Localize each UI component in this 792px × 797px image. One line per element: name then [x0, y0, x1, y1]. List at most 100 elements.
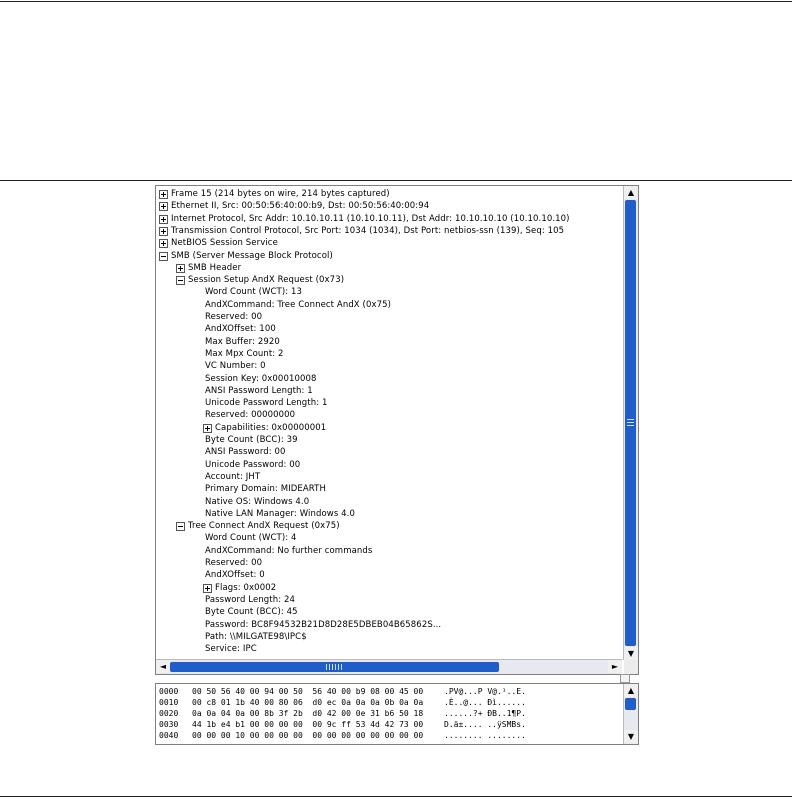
- byte-ascii: ......?+ ÐB..1¶P.: [444, 709, 526, 718]
- tree-row[interactable]: Unicode Password Length: 1: [205, 397, 327, 410]
- tree-row[interactable]: Reserved: 00000000: [205, 409, 295, 422]
- tree-row-label: AndXCommand: Tree Connect AndX (0x75): [205, 299, 392, 310]
- tree-row[interactable]: Ethernet II, Src: 00:50:56:40:00:b9, Dst…: [159, 200, 429, 213]
- tree-row[interactable]: VC Number: 0: [205, 360, 266, 373]
- tree-row-label: Password: BC8F94532B21D8D28E5DBEB04B6586…: [205, 619, 442, 630]
- tree-row[interactable]: Transmission Control Protocol, Src Port:…: [159, 225, 564, 238]
- tree-row[interactable]: Internet Protocol, Src Addr: 10.10.10.11…: [159, 213, 570, 226]
- tree-row[interactable]: Unicode Password: 00: [205, 459, 300, 472]
- tree-row-label: Session Key: 0x00010008: [205, 373, 317, 384]
- byte-ascii: ........ ........: [444, 731, 526, 740]
- tree-row[interactable]: AndXCommand: Tree Connect AndX (0x75): [205, 299, 391, 312]
- tree-row-label: Internet Protocol, Src Addr: 10.10.10.11…: [171, 213, 570, 224]
- scroll-up-arrow-icon[interactable]: ▲: [624, 186, 638, 199]
- expand-plus-icon[interactable]: [159, 202, 168, 212]
- bytes-scroll-down-arrow-icon[interactable]: ▼: [624, 730, 638, 743]
- bytes-vertical-scrollbar[interactable]: ▲ ▼: [623, 684, 638, 744]
- byte-ascii: .PV@...P V@.¹..E.: [444, 687, 526, 696]
- tree-row[interactable]: Path: \\MILGATE98\IPC$: [205, 631, 307, 644]
- expand-plus-icon[interactable]: [203, 423, 212, 433]
- tree-row[interactable]: Native OS: Windows 4.0: [205, 496, 309, 509]
- scroll-right-arrow-icon[interactable]: ►: [608, 660, 622, 673]
- packet-details-pane[interactable]: Frame 15 (214 bytes on wire, 214 bytes c…: [155, 185, 639, 675]
- tree-row-label: Native OS: Windows 4.0: [205, 496, 310, 507]
- tree-row[interactable]: Password Length: 24: [205, 594, 295, 607]
- byte-ascii: .È..@... Ðì......: [444, 698, 526, 707]
- tree-row-label: Word Count (WCT): 4: [205, 533, 297, 544]
- bytes-vertical-scroll-thumb[interactable]: [625, 698, 636, 710]
- tree-row-label: Transmission Control Protocol, Src Port:…: [171, 225, 565, 236]
- tree-row[interactable]: SMB Header: [176, 262, 241, 275]
- tree-row-label: ANSI Password: 00: [205, 447, 286, 458]
- tree-row[interactable]: Flags: 0x0002: [203, 582, 276, 595]
- packet-details-tree: Frame 15 (214 bytes on wire, 214 bytes c…: [156, 186, 622, 658]
- tree-row[interactable]: NetBIOS Session Service: [159, 237, 278, 250]
- tree-row-label: Session Setup AndX Request (0x73): [188, 275, 345, 286]
- tree-row-label: Max Mpx Count: 2: [205, 348, 284, 359]
- tree-row[interactable]: Primary Domain: MIDEARTH: [205, 483, 326, 496]
- tree-row-label: Word Count (WCT): 13: [205, 287, 303, 298]
- tree-row-label: AndXCommand: No further commands: [205, 545, 373, 556]
- tree-row[interactable]: AndXOffset: 100: [205, 323, 276, 336]
- expand-plus-icon[interactable]: [159, 214, 168, 224]
- expand-plus-icon[interactable]: [159, 190, 168, 199]
- tree-row[interactable]: AndXCommand: No further commands: [205, 545, 372, 558]
- expand-plus-icon[interactable]: [203, 583, 212, 593]
- packet-bytes-pane[interactable]: 0000 00 50 56 40 00 94 00 50 56 40 00 b9 …: [155, 683, 639, 745]
- tree-row-label: Ethernet II, Src: 00:50:56:40:00:b9, Dst…: [171, 201, 430, 212]
- tree-row-label: SMB (Server Message Block Protocol): [171, 250, 333, 261]
- tree-row-label: Capabilities: 0x00000001: [215, 422, 327, 433]
- tree-row[interactable]: Word Count (WCT): 13: [205, 286, 302, 299]
- tree-row-label: Tree Connect AndX Request (0x75): [188, 521, 340, 532]
- expand-plus-icon[interactable]: [159, 239, 168, 249]
- tree-row-label: Path: \\MILGATE98\IPC$: [205, 631, 307, 642]
- byte-hex: 44 1b e4 b1 00 00 00 00 00 9c ff 53 4d 4…: [192, 720, 424, 729]
- tree-row-label: SMB Header: [188, 262, 242, 273]
- tree-row[interactable]: Max Buffer: 2920: [205, 336, 280, 349]
- tree-row-label: Unicode Password Length: 1: [205, 398, 328, 409]
- tree-row-label: VC Number: 0: [205, 361, 266, 372]
- tree-row[interactable]: AndXOffset: 0: [205, 569, 265, 582]
- tree-row[interactable]: ANSI Password: 00: [205, 446, 286, 459]
- collapse-minus-icon[interactable]: [176, 522, 185, 532]
- byte-hex: 00 00 00 10 00 00 00 00 00 00 00 00 00 0…: [192, 731, 424, 740]
- tree-row[interactable]: Account: JHT: [205, 471, 260, 484]
- tree-row[interactable]: Session Key: 0x00010008: [205, 373, 317, 386]
- collapse-minus-icon[interactable]: [176, 276, 185, 286]
- details-horizontal-scrollbar[interactable]: ◄ ►: [156, 659, 622, 674]
- tree-row[interactable]: Session Setup AndX Request (0x73): [176, 274, 344, 287]
- tree-row[interactable]: Max Mpx Count: 2: [205, 348, 284, 361]
- details-horizontal-scroll-thumb[interactable]: [170, 662, 499, 672]
- tree-row-label: Account: JHT: [205, 471, 261, 482]
- scroll-left-arrow-icon[interactable]: ◄: [156, 660, 170, 673]
- expand-plus-icon[interactable]: [176, 263, 185, 273]
- tree-row-label: Byte Count (BCC): 39: [205, 435, 298, 445]
- bytes-scroll-up-arrow-icon[interactable]: ▲: [624, 684, 638, 697]
- tree-row-label: Service: IPC: [205, 644, 257, 655]
- tree-row[interactable]: ANSI Password Length: 1: [205, 385, 313, 398]
- tree-row[interactable]: SMB (Server Message Block Protocol): [159, 250, 333, 263]
- tree-row-label: Reserved: 00000000: [205, 410, 296, 421]
- tree-row-label: AndXOffset: 0: [205, 570, 265, 581]
- tree-row[interactable]: Frame 15 (214 bytes on wire, 214 bytes c…: [159, 188, 390, 201]
- tree-row-label: Byte Count (BCC): 45: [205, 607, 298, 618]
- top-divider: [0, 1, 792, 2]
- tree-row[interactable]: Tree Connect AndX Request (0x75): [176, 520, 340, 533]
- pane-splitter-handle[interactable]: [620, 674, 630, 683]
- tree-row[interactable]: Byte Count (BCC): 39: [205, 434, 298, 447]
- tree-row[interactable]: Reserved: 00: [205, 311, 262, 324]
- byte-offset: 0020: [159, 709, 179, 718]
- tree-row[interactable]: Byte Count (BCC): 45: [205, 606, 298, 619]
- tree-row[interactable]: Word Count (WCT): 4: [205, 532, 297, 545]
- tree-row-label: Unicode Password: 00: [205, 459, 301, 470]
- scroll-down-arrow-icon[interactable]: ▼: [624, 647, 638, 660]
- tree-row[interactable]: Native LAN Manager: Windows 4.0: [205, 508, 355, 521]
- tree-row[interactable]: Reserved: 00: [205, 557, 262, 570]
- tree-row[interactable]: Service: IPC: [205, 643, 257, 656]
- details-vertical-scroll-thumb[interactable]: [625, 200, 636, 646]
- details-vertical-scrollbar[interactable]: ▲ ▼: [623, 186, 638, 660]
- expand-plus-icon[interactable]: [159, 226, 168, 236]
- collapse-minus-icon[interactable]: [159, 251, 168, 261]
- tree-row[interactable]: Capabilities: 0x00000001: [203, 422, 326, 435]
- tree-row[interactable]: Password: BC8F94532B21D8D28E5DBEB04B6586…: [205, 619, 441, 632]
